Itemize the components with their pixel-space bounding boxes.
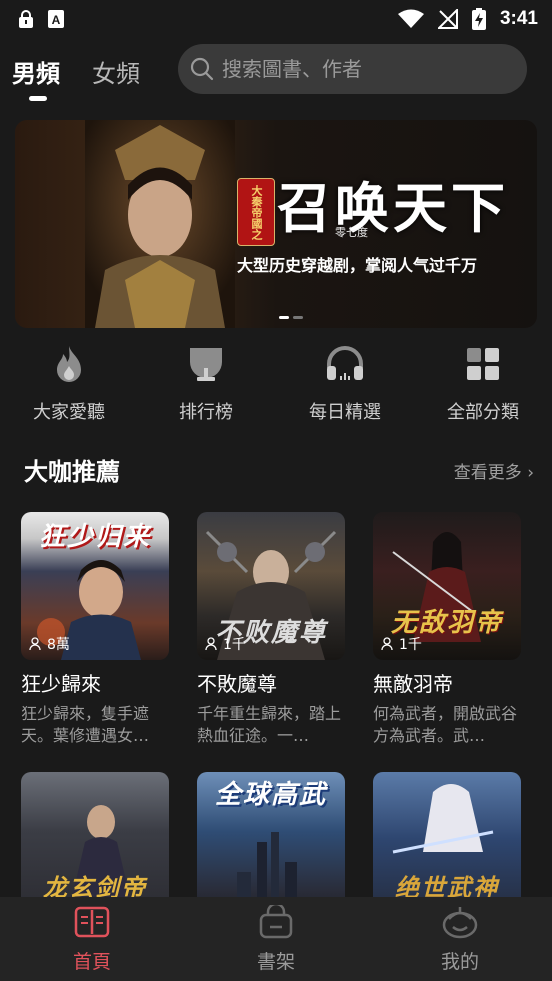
no-signal-icon: [437, 8, 458, 29]
grid-icon: [467, 348, 499, 380]
banner-character-image: [85, 120, 235, 328]
nav-home-label: 首頁: [72, 951, 111, 973]
quick-nav: 大家愛聽 排行榜 每日精選 全部分類: [0, 344, 552, 424]
trophy-icon: [190, 348, 222, 381]
book-cover[interactable]: 无敌羽帝 1千: [373, 512, 521, 660]
profile-icon: [442, 907, 478, 939]
quick-nav-categories-label: 全部分類: [447, 402, 519, 423]
nav-home[interactable]: 首頁: [42, 905, 142, 974]
book-open-icon: [74, 906, 110, 938]
font-a-icon: A: [48, 9, 64, 28]
book-card[interactable]: 不败魔尊 1千 不敗魔尊 千年重生歸來，踏上熱血征途。一…: [197, 512, 345, 747]
book-card[interactable]: 无敌羽帝 1千 無敵羽帝 何為武者，開啟武谷方為武者。武…: [373, 512, 521, 747]
quick-nav-ranking[interactable]: 排行榜: [146, 344, 266, 424]
quick-nav-popular-label: 大家愛聽: [33, 402, 105, 423]
wifi-icon: [397, 9, 424, 28]
user-icon: [381, 637, 393, 651]
reader-count: 8萬: [29, 634, 70, 654]
see-more-link[interactable]: 查看更多 ›: [454, 458, 534, 483]
search-bar[interactable]: [178, 44, 527, 94]
banner-title: 召唤天下: [277, 176, 509, 240]
tab-indicator: [29, 96, 47, 101]
book-title[interactable]: 無敵羽帝: [373, 668, 521, 697]
quick-nav-daily[interactable]: 每日精選: [285, 344, 405, 424]
see-more-label: 查看更多: [453, 463, 522, 483]
status-left: A: [18, 9, 64, 28]
banner-pagination: [279, 316, 303, 319]
chevron-right-icon: ›: [527, 463, 534, 483]
tab-male[interactable]: 男頻: [12, 54, 60, 89]
svg-text:A: A: [52, 13, 61, 27]
reader-count-value: 8萬: [47, 637, 70, 653]
search-input[interactable]: [222, 57, 512, 81]
headphones-icon: [327, 346, 363, 380]
clock: 3:41: [499, 7, 538, 29]
pagination-dot-active: [279, 316, 289, 319]
nav-bookshelf-label: 書架: [256, 951, 295, 973]
quick-nav-popular[interactable]: 大家愛聽: [9, 344, 129, 424]
quick-nav-ranking-label: 排行榜: [179, 402, 233, 423]
book-description: 何為武者，開啟武谷方為武者。武…: [373, 704, 518, 745]
book-description: 狂少歸來，隻手遮天。葉修遭遇女…: [21, 704, 150, 745]
status-bar: A 3:41: [0, 0, 552, 37]
book-title[interactable]: 狂少歸來: [21, 668, 169, 697]
book-title[interactable]: 不敗魔尊: [197, 668, 345, 697]
banner-tagline: 大型历史穿越剧，掌阅人气过千万: [237, 256, 478, 275]
lock-icon: [19, 9, 33, 28]
banner-badge: 大秦帝國之: [237, 178, 275, 246]
nav-bookshelf[interactable]: 書架: [226, 902, 326, 974]
reader-count: 1千: [205, 634, 246, 654]
bookshelf-bag-icon: [259, 902, 293, 939]
book-card[interactable]: 狂少归来 8萬 狂少歸來 狂少歸來，隻手遮天。葉修遭遇女…: [21, 512, 169, 747]
promo-banner[interactable]: 大秦帝國之 召唤天下 零七度 大型历史穿越剧，掌阅人气过千万: [15, 120, 537, 328]
book-description: 千年重生歸來，踏上熱血征途。一…: [197, 704, 342, 745]
reader-count-value: 1千: [399, 637, 422, 653]
quick-nav-categories[interactable]: 全部分類: [423, 344, 543, 424]
cover-title: 全球高武: [214, 780, 327, 810]
reader-count: 1千: [381, 634, 422, 654]
book-cover[interactable]: 不败魔尊 1千: [197, 512, 345, 660]
flame-icon: [57, 346, 81, 382]
search-icon: [190, 57, 214, 81]
battery-charging-icon: [471, 7, 486, 30]
banner-author: 零七度: [335, 226, 368, 239]
nav-profile[interactable]: 我的: [410, 905, 510, 974]
tab-female[interactable]: 女頻: [92, 54, 140, 89]
header: 男頻 女頻: [0, 44, 552, 106]
reader-count-value: 1千: [223, 637, 246, 653]
pagination-dot: [293, 316, 303, 319]
status-right: 3:41: [397, 7, 538, 30]
quick-nav-daily-label: 每日精選: [309, 402, 381, 423]
section-title: 大咖推薦: [24, 458, 120, 486]
nav-profile-label: 我的: [440, 951, 479, 973]
cover-title: 狂少归来: [38, 522, 151, 552]
book-cover[interactable]: 狂少归来 8萬: [21, 512, 169, 660]
user-icon: [205, 637, 217, 651]
bottom-nav: 首頁 書架 我的: [0, 897, 552, 981]
user-icon: [29, 637, 41, 651]
